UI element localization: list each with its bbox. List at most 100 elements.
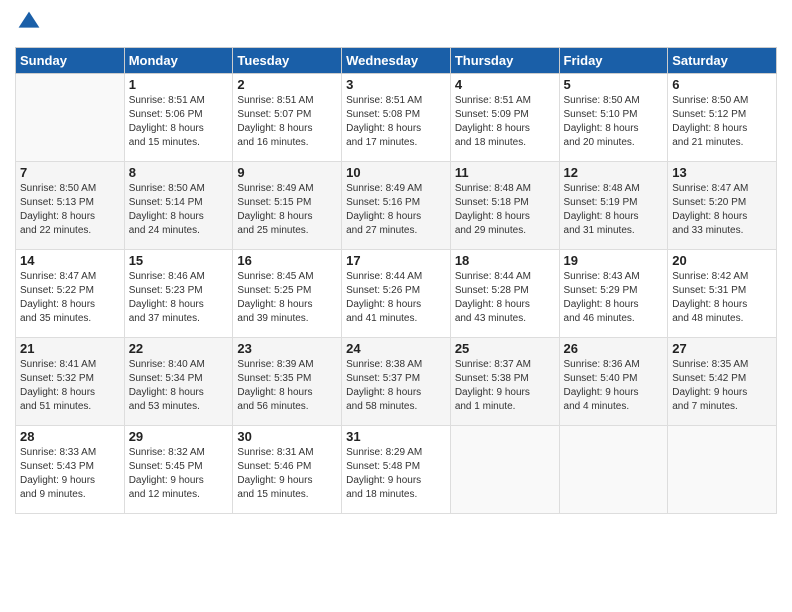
day-number: 27 [672,341,772,356]
logo-icon [17,10,41,34]
day-number: 31 [346,429,446,444]
week-row-2: 14Sunrise: 8:47 AM Sunset: 5:22 PM Dayli… [16,250,777,338]
day-info: Sunrise: 8:47 AM Sunset: 5:20 PM Dayligh… [672,182,772,238]
day-info: Sunrise: 8:51 AM Sunset: 5:08 PM Dayligh… [346,94,446,150]
header-day-sunday: Sunday [16,48,125,74]
day-number: 28 [20,429,120,444]
calendar-cell: 10 Sunrise: 8:49 AM Sunset: 5:16 PM Dayli… [342,162,451,250]
day-number: 24 [346,341,446,356]
day-info: Sunrise: 8:49 AM Sunset: 5:16 PM Dayligh… [346,182,446,238]
day-info: Sunrise: 8:37 AM Sunset: 5:38 PM Dayligh… [455,358,555,414]
calendar-cell: 5 Sunrise: 8:50 AM Sunset: 5:10 PM Daylig… [559,74,668,162]
calendar-cell: 19 Sunrise: 8:43 AM Sunset: 5:29 PM Dayli… [559,250,668,338]
week-row-4: 28 Sunrise: 8:33 AM Sunset: 5:43 PM Dayli… [16,426,777,514]
day-info: Sunrise: 8:50 AM Sunset: 5:10 PM Dayligh… [564,94,664,150]
calendar-cell: 12 Sunrise: 8:48 AM Sunset: 5:19 PM Dayli… [559,162,668,250]
day-info: Sunrise: 8:44 AM Sunset: 5:26 PM Dayligh… [346,270,446,326]
page: SundayMondayTuesdayWednesdayThursdayFrid… [0,0,792,612]
day-info: Sunrise: 8:40 AM Sunset: 5:34 PM Dayligh… [129,358,229,414]
day-number: 14 [20,253,120,268]
day-info: Sunrise: 8:32 AM Sunset: 5:45 PM Dayligh… [129,446,229,502]
day-number: 21 [20,341,120,356]
logo [15,10,45,39]
calendar-cell: 28 Sunrise: 8:33 AM Sunset: 5:43 PM Dayli… [16,426,125,514]
calendar-cell: 29 Sunrise: 8:32 AM Sunset: 5:45 PM Dayli… [124,426,233,514]
day-info: Sunrise: 8:38 AM Sunset: 5:37 PM Dayligh… [346,358,446,414]
header-day-thursday: Thursday [450,48,559,74]
day-number: 25 [455,341,555,356]
day-info: Sunrise: 8:33 AM Sunset: 5:43 PM Dayligh… [20,446,120,502]
day-info: Sunrise: 8:49 AM Sunset: 5:15 PM Dayligh… [237,182,337,238]
calendar-cell: 20Sunrise: 8:42 AM Sunset: 5:31 PM Dayli… [668,250,777,338]
calendar-cell: 14Sunrise: 8:47 AM Sunset: 5:22 PM Dayli… [16,250,125,338]
header-day-tuesday: Tuesday [233,48,342,74]
calendar-cell: 13Sunrise: 8:47 AM Sunset: 5:20 PM Dayli… [668,162,777,250]
calendar-cell: 15 Sunrise: 8:46 AM Sunset: 5:23 PM Dayli… [124,250,233,338]
week-row-3: 21 Sunrise: 8:41 AM Sunset: 5:32 PM Dayli… [16,338,777,426]
day-info: Sunrise: 8:48 AM Sunset: 5:19 PM Dayligh… [564,182,664,238]
day-number: 7 [20,165,120,180]
day-info: Sunrise: 8:39 AM Sunset: 5:35 PM Dayligh… [237,358,337,414]
day-info: Sunrise: 8:50 AM Sunset: 5:14 PM Dayligh… [129,182,229,238]
day-number: 19 [564,253,664,268]
day-number: 12 [564,165,664,180]
calendar-cell: 30Sunrise: 8:31 AM Sunset: 5:46 PM Dayli… [233,426,342,514]
day-number: 26 [564,341,664,356]
calendar-cell: 24 Sunrise: 8:38 AM Sunset: 5:37 PM Dayli… [342,338,451,426]
day-info: Sunrise: 8:51 AM Sunset: 5:09 PM Dayligh… [455,94,555,150]
header-day-wednesday: Wednesday [342,48,451,74]
day-info: Sunrise: 8:41 AM Sunset: 5:32 PM Dayligh… [20,358,120,414]
day-info: Sunrise: 8:29 AM Sunset: 5:48 PM Dayligh… [346,446,446,502]
header-row: SundayMondayTuesdayWednesdayThursdayFrid… [16,48,777,74]
day-number: 17 [346,253,446,268]
header [15,10,777,39]
week-row-1: 7Sunrise: 8:50 AM Sunset: 5:13 PM Daylig… [16,162,777,250]
calendar-cell: 7Sunrise: 8:50 AM Sunset: 5:13 PM Daylig… [16,162,125,250]
day-number: 6 [672,77,772,92]
calendar-cell: 4 Sunrise: 8:51 AM Sunset: 5:09 PM Daylig… [450,74,559,162]
calendar-cell: 25 Sunrise: 8:37 AM Sunset: 5:38 PM Dayli… [450,338,559,426]
calendar-cell [668,426,777,514]
calendar-table: SundayMondayTuesdayWednesdayThursdayFrid… [15,47,777,514]
calendar-cell [16,74,125,162]
calendar-cell: 26 Sunrise: 8:36 AM Sunset: 5:40 PM Dayli… [559,338,668,426]
day-number: 30 [237,429,337,444]
day-info: Sunrise: 8:45 AM Sunset: 5:25 PM Dayligh… [237,270,337,326]
day-number: 5 [564,77,664,92]
calendar-cell: 1 Sunrise: 8:51 AM Sunset: 5:06 PM Daylig… [124,74,233,162]
calendar-cell: 11 Sunrise: 8:48 AM Sunset: 5:18 PM Dayli… [450,162,559,250]
calendar-cell: 21 Sunrise: 8:41 AM Sunset: 5:32 PM Dayli… [16,338,125,426]
day-number: 15 [129,253,229,268]
calendar-cell: 17 Sunrise: 8:44 AM Sunset: 5:26 PM Dayli… [342,250,451,338]
day-number: 16 [237,253,337,268]
day-number: 8 [129,165,229,180]
day-number: 11 [455,165,555,180]
calendar-cell: 22 Sunrise: 8:40 AM Sunset: 5:34 PM Dayli… [124,338,233,426]
day-info: Sunrise: 8:48 AM Sunset: 5:18 PM Dayligh… [455,182,555,238]
header-day-saturday: Saturday [668,48,777,74]
day-info: Sunrise: 8:51 AM Sunset: 5:06 PM Dayligh… [129,94,229,150]
calendar-cell: 2Sunrise: 8:51 AM Sunset: 5:07 PM Daylig… [233,74,342,162]
day-number: 23 [237,341,337,356]
calendar-cell [450,426,559,514]
day-number: 22 [129,341,229,356]
day-info: Sunrise: 8:35 AM Sunset: 5:42 PM Dayligh… [672,358,772,414]
day-number: 9 [237,165,337,180]
day-number: 4 [455,77,555,92]
day-info: Sunrise: 8:50 AM Sunset: 5:12 PM Dayligh… [672,94,772,150]
calendar-cell: 9 Sunrise: 8:49 AM Sunset: 5:15 PM Daylig… [233,162,342,250]
day-info: Sunrise: 8:46 AM Sunset: 5:23 PM Dayligh… [129,270,229,326]
day-number: 29 [129,429,229,444]
calendar-cell: 3Sunrise: 8:51 AM Sunset: 5:08 PM Daylig… [342,74,451,162]
calendar-cell: 31 Sunrise: 8:29 AM Sunset: 5:48 PM Dayli… [342,426,451,514]
header-day-monday: Monday [124,48,233,74]
day-info: Sunrise: 8:36 AM Sunset: 5:40 PM Dayligh… [564,358,664,414]
calendar-cell: 18Sunrise: 8:44 AM Sunset: 5:28 PM Dayli… [450,250,559,338]
calendar-cell: 8 Sunrise: 8:50 AM Sunset: 5:14 PM Daylig… [124,162,233,250]
calendar-cell: 6 Sunrise: 8:50 AM Sunset: 5:12 PM Daylig… [668,74,777,162]
day-number: 1 [129,77,229,92]
calendar-cell: 27 Sunrise: 8:35 AM Sunset: 5:42 PM Dayli… [668,338,777,426]
day-number: 10 [346,165,446,180]
day-number: 18 [455,253,555,268]
day-info: Sunrise: 8:43 AM Sunset: 5:29 PM Dayligh… [564,270,664,326]
